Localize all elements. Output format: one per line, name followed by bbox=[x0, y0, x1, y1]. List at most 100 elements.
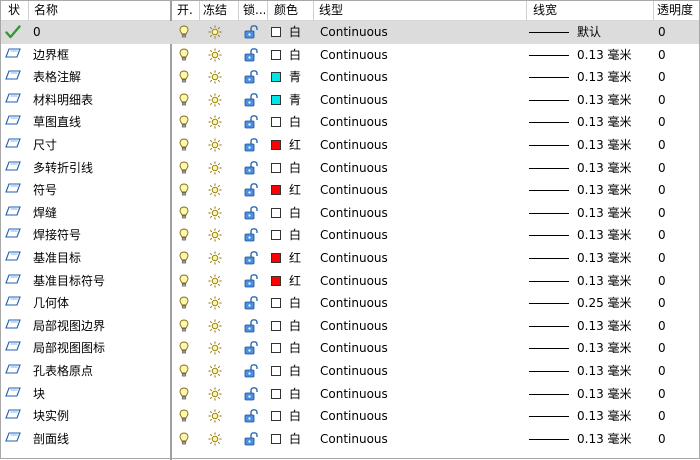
layer-name[interactable]: 0 bbox=[33, 21, 41, 43]
layer-name[interactable]: 表格注解 bbox=[33, 66, 81, 88]
color-name[interactable]: 白 bbox=[289, 360, 301, 382]
layer-name[interactable]: 符号 bbox=[33, 179, 57, 201]
layer-icon[interactable] bbox=[5, 138, 21, 152]
color-swatch[interactable] bbox=[271, 117, 281, 128]
lineweight-value[interactable]: 0.13 毫米 bbox=[577, 134, 632, 156]
lightbulb-icon[interactable] bbox=[179, 228, 189, 242]
color-swatch[interactable] bbox=[271, 365, 281, 376]
color-swatch[interactable] bbox=[271, 139, 281, 150]
color-name[interactable]: 白 bbox=[289, 337, 301, 359]
transparency-value[interactable]: 0 bbox=[658, 337, 666, 359]
layer-row[interactable]: 焊缝 白 Continuous 0.13 毫米 0 bbox=[1, 202, 699, 225]
lineweight-value[interactable]: 0.13 毫米 bbox=[577, 315, 632, 337]
sun-icon[interactable] bbox=[208, 161, 222, 175]
layer-name[interactable]: 基准目标 bbox=[33, 247, 81, 269]
color-swatch[interactable] bbox=[271, 72, 281, 83]
layer-row[interactable]: 草图直线 白 Continuous 0.13 毫米 0 bbox=[1, 111, 699, 134]
layer-name[interactable]: 局部视图图标 bbox=[33, 337, 105, 359]
layer-name[interactable]: 多转折引线 bbox=[33, 157, 93, 179]
transparency-value[interactable]: 0 bbox=[658, 21, 666, 43]
layer-row[interactable]: 块 白 Continuous 0.13 毫米 0 bbox=[1, 383, 699, 406]
color-swatch[interactable] bbox=[271, 185, 281, 196]
lineweight-value[interactable]: 0.25 毫米 bbox=[577, 292, 632, 314]
transparency-value[interactable]: 0 bbox=[658, 179, 666, 201]
layer-name[interactable]: 焊接符号 bbox=[33, 224, 81, 246]
layer-name[interactable]: 孔表格原点 bbox=[33, 360, 93, 382]
layer-icon[interactable] bbox=[5, 386, 21, 401]
color-swatch[interactable] bbox=[271, 298, 281, 309]
color-swatch[interactable] bbox=[271, 275, 281, 286]
unlock-icon[interactable] bbox=[244, 205, 260, 220]
layer-name[interactable]: 块 bbox=[33, 383, 45, 405]
color-swatch[interactable] bbox=[271, 343, 281, 354]
linetype-name[interactable]: Continuous bbox=[320, 66, 388, 88]
layer-row[interactable]: 孔表格原点 白 Continuous 0.13 毫米 0 bbox=[1, 360, 699, 383]
transparency-value[interactable]: 0 bbox=[658, 247, 666, 269]
layer-row[interactable]: 基准目标符号 红 Continuous 0.13 毫米 0 bbox=[1, 270, 699, 293]
lightbulb-icon[interactable] bbox=[179, 93, 189, 107]
linetype-name[interactable]: Continuous bbox=[320, 405, 388, 427]
unlock-icon[interactable] bbox=[244, 25, 260, 39]
unlock-icon[interactable] bbox=[244, 251, 260, 265]
sun-icon[interactable] bbox=[208, 409, 222, 423]
transparency-value[interactable]: 0 bbox=[658, 134, 666, 156]
transparency-value[interactable]: 0 bbox=[658, 360, 666, 382]
color-swatch[interactable] bbox=[271, 320, 281, 331]
transparency-value[interactable]: 0 bbox=[658, 44, 666, 66]
linetype-name[interactable]: Continuous bbox=[320, 337, 388, 359]
transparency-value[interactable]: 0 bbox=[658, 202, 666, 224]
lineweight-value[interactable]: 0.13 毫米 bbox=[577, 44, 632, 66]
color-swatch[interactable] bbox=[271, 94, 281, 105]
lineweight-value[interactable]: 0.13 毫米 bbox=[577, 66, 632, 88]
layer-name[interactable]: 边界框 bbox=[33, 44, 69, 66]
sun-icon[interactable] bbox=[208, 341, 222, 355]
transparency-value[interactable]: 0 bbox=[658, 270, 666, 292]
layer-name[interactable]: 焊缝 bbox=[33, 202, 57, 224]
layer-icon[interactable] bbox=[5, 432, 21, 446]
unlock-icon[interactable] bbox=[244, 273, 260, 288]
color-swatch[interactable] bbox=[271, 27, 281, 37]
layer-icon[interactable] bbox=[5, 251, 21, 265]
layer-name[interactable]: 块实例 bbox=[33, 405, 69, 427]
linetype-name[interactable]: Continuous bbox=[320, 179, 388, 201]
layer-icon[interactable] bbox=[5, 296, 21, 310]
sun-icon[interactable] bbox=[208, 274, 222, 288]
color-swatch[interactable] bbox=[271, 230, 281, 241]
lightbulb-icon[interactable] bbox=[179, 206, 189, 220]
layer-row[interactable]: 0 白 Continuous 默认 0 bbox=[1, 21, 699, 44]
sun-icon[interactable] bbox=[208, 432, 222, 446]
sun-icon[interactable] bbox=[208, 183, 222, 197]
sun-icon[interactable] bbox=[208, 206, 222, 220]
current-layer-check-icon[interactable] bbox=[5, 25, 21, 39]
color-name[interactable]: 白 bbox=[289, 202, 301, 224]
color-swatch[interactable] bbox=[271, 162, 281, 173]
lineweight-value[interactable]: 0.13 毫米 bbox=[577, 360, 632, 382]
sun-icon[interactable] bbox=[208, 115, 222, 129]
lineweight-value[interactable]: 0.13 毫米 bbox=[577, 224, 632, 246]
lineweight-value[interactable]: 0.13 毫米 bbox=[577, 428, 632, 450]
layer-row[interactable]: 局部视图边界 白 Continuous 0.13 毫米 0 bbox=[1, 315, 699, 338]
layer-icon[interactable] bbox=[5, 341, 21, 355]
sun-icon[interactable] bbox=[208, 364, 222, 378]
layer-icon[interactable] bbox=[5, 273, 21, 288]
sun-icon[interactable] bbox=[208, 251, 222, 265]
lineweight-value[interactable]: 0.13 毫米 bbox=[577, 89, 632, 111]
transparency-value[interactable]: 0 bbox=[658, 405, 666, 427]
layer-row[interactable]: 多转折引线 白 Continuous 0.13 毫米 0 bbox=[1, 157, 699, 180]
layer-name[interactable]: 草图直线 bbox=[33, 111, 81, 133]
linetype-name[interactable]: Continuous bbox=[320, 383, 388, 405]
linetype-name[interactable]: Continuous bbox=[320, 270, 388, 292]
layer-icon[interactable] bbox=[5, 70, 21, 84]
lineweight-value[interactable]: 0.13 毫米 bbox=[577, 247, 632, 269]
color-name[interactable]: 红 bbox=[289, 270, 301, 292]
layer-row[interactable]: 边界框 白 Continuous 0.13 毫米 0 bbox=[1, 44, 699, 67]
lineweight-value[interactable]: 0.13 毫米 bbox=[577, 179, 632, 201]
layer-icon[interactable] bbox=[5, 228, 21, 242]
layer-name[interactable]: 剖面线 bbox=[33, 428, 69, 450]
transparency-value[interactable]: 0 bbox=[658, 66, 666, 88]
unlock-icon[interactable] bbox=[244, 296, 260, 310]
lineweight-value[interactable]: 0.13 毫米 bbox=[577, 270, 632, 292]
lightbulb-icon[interactable] bbox=[179, 25, 189, 39]
header-color[interactable]: 颜色 bbox=[274, 1, 298, 20]
color-swatch[interactable] bbox=[271, 388, 281, 399]
